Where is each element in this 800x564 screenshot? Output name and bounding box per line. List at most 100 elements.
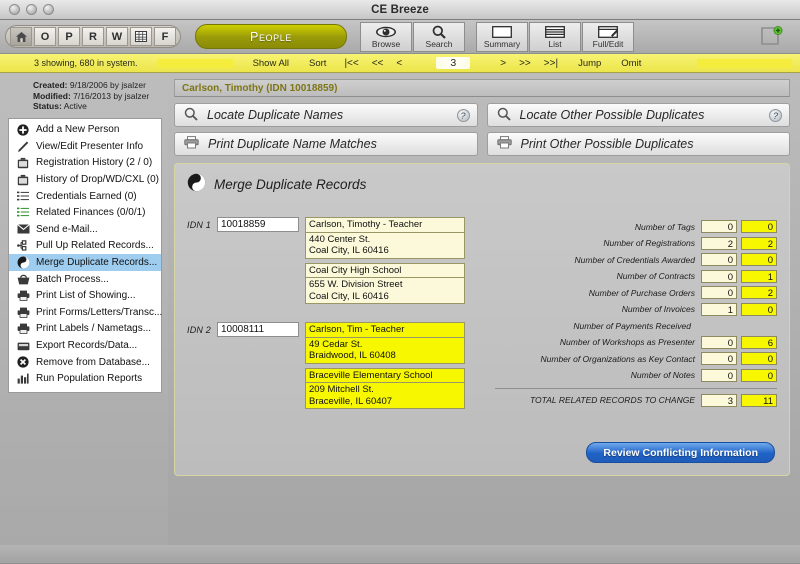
count-value-record1: 0 [701, 286, 737, 299]
sidebar-item-batch-process[interactable]: Batch Process... [9, 271, 161, 288]
magnifier-icon [497, 107, 511, 124]
module-button-f[interactable]: F [154, 27, 176, 46]
sidebar-item-print-labels-nametags[interactable]: Print Labels / Nametags... [9, 321, 161, 338]
modified-label: Modified: [33, 90, 71, 101]
merge-duplicate-records-panel: Merge Duplicate Records IDN 1 10018859 C… [174, 163, 790, 476]
count-label: Number of Workshops as Presenter [559, 337, 695, 347]
count-value-record2: 0 [741, 253, 777, 266]
idn1-input[interactable]: 10018859 [217, 217, 299, 232]
locate-duplicate-names-label: Locate Duplicate Names [207, 108, 344, 122]
main-toolbar: O P R W F People Browse Search Summary L… [0, 20, 800, 54]
sidebar-item-print-list-of-showing[interactable]: Print List of Showing... [9, 287, 161, 304]
sidebar-item-merge-duplicate-records[interactable]: Merge Duplicate Records... [9, 254, 161, 271]
record-1-organization-address: 655 W. Division Street Coal City, IL 604… [305, 277, 465, 304]
record-2-details: Carlson, Tim - Teacher 49 Cedar St. Brai… [305, 322, 465, 409]
sidebar-item-add-new-person[interactable]: Add a New Person [9, 122, 161, 139]
module-button-w[interactable]: W [106, 27, 128, 46]
module-button-o[interactable]: O [34, 27, 56, 46]
sidebar-item-remove-from-database[interactable]: Remove from Database... [9, 354, 161, 371]
magnifier-icon [432, 25, 446, 39]
sidebar-item-credentials-earned[interactable]: Credentials Earned (0) [9, 188, 161, 205]
count-row-contracts: Number of Contracts 0 1 [495, 269, 777, 284]
sidebar-item-run-population-reports[interactable]: Run Population Reports [9, 370, 161, 387]
summary-layout-button[interactable]: Summary [476, 21, 528, 52]
locate-other-possible-duplicates-label: Locate Other Possible Duplicates [519, 108, 705, 122]
module-button-grid[interactable] [130, 27, 152, 46]
module-button-p[interactable]: P [58, 27, 80, 46]
duplicate-record-2: IDN 2 10008111 Carlson, Tim - Teacher 49… [187, 322, 487, 409]
duplicate-actions-right: Locate Other Possible Duplicates ? Print… [486, 103, 790, 156]
locate-other-possible-duplicates-button[interactable]: Locate Other Possible Duplicates ? [486, 103, 790, 127]
sidebar-item-related-finances[interactable]: Related Finances (0/0/1) [9, 204, 161, 221]
next-record-button[interactable]: > [500, 58, 506, 69]
print-duplicate-name-matches-button[interactable]: Print Duplicate Name Matches [174, 132, 478, 156]
yin-yang-icon [15, 256, 31, 269]
next-page-button[interactable]: >> [519, 58, 531, 69]
tab-people[interactable]: People [195, 24, 347, 49]
sidebar-item-label: Remove from Database... [36, 356, 150, 368]
review-conflicting-information-button[interactable]: Review Conflicting Information [586, 442, 775, 463]
sidebar-item-export-records-data[interactable]: Export Records/Data... [9, 337, 161, 354]
envelope-icon [15, 223, 31, 236]
record-navigation-bar: 3 showing, 680 in system. Show All Sort … [0, 54, 800, 73]
count-value-record2: 2 [741, 236, 777, 250]
last-record-button[interactable]: >>| [544, 58, 558, 69]
help-icon[interactable]: ? [456, 109, 470, 122]
list-layout-button[interactable]: List [529, 21, 581, 52]
duplicate-record-1: IDN 1 10018859 Carlson, Timothy - Teache… [187, 217, 487, 304]
new-record-button[interactable] [758, 24, 784, 48]
sidebar-item-registration-history[interactable]: Registration History (2 / 0) [9, 155, 161, 172]
idn2-input[interactable]: 10008111 [217, 322, 299, 337]
jump-button[interactable]: Jump [578, 58, 601, 69]
show-all-button[interactable]: Show All [253, 58, 289, 69]
help-icon[interactable]: ? [769, 109, 782, 122]
nav-arrows-forward: > >> >>| [500, 58, 558, 69]
sidebar-item-pull-up-related-records[interactable]: Pull Up Related Records... [9, 238, 161, 255]
omit-button[interactable]: Omit [621, 58, 641, 69]
current-record-number[interactable]: 3 [436, 57, 471, 69]
search-button[interactable]: Search [413, 21, 465, 52]
printer-icon [15, 322, 31, 335]
fulledit-icon [598, 25, 618, 39]
count-row-credentials-awarded: Number of Credentials Awarded 0 0 [495, 252, 777, 267]
archive-box-icon [15, 173, 31, 186]
sort-button[interactable]: Sort [309, 58, 326, 69]
status-label: Status: [33, 101, 62, 111]
print-other-possible-duplicates-button[interactable]: Print Other Possible Duplicates [486, 132, 790, 156]
duplicate-action-buttons: Locate Duplicate Names ? Print Duplicate… [174, 103, 790, 156]
first-record-button[interactable]: |<< [344, 58, 358, 69]
sidebar-item-history-of-drop-wd-cxl[interactable]: History of Drop/WD/CXL (0) [9, 171, 161, 188]
x-circle-icon [15, 356, 31, 369]
sidebar-item-label: Pull Up Related Records... [36, 240, 154, 252]
module-button-r[interactable]: R [82, 27, 104, 46]
print-duplicate-name-matches-label: Print Duplicate Name Matches [208, 137, 377, 151]
module-button-home[interactable] [10, 27, 32, 46]
view-mode-group: Browse Search [360, 21, 465, 52]
browse-button[interactable]: Browse [360, 21, 412, 52]
home-icon [15, 31, 28, 43]
sidebar-item-view-edit-presenter-info[interactable]: View/Edit Presenter Info [9, 138, 161, 155]
sidebar-item-print-forms-letters-transcripts[interactable]: Print Forms/Letters/Transc... [9, 304, 162, 321]
count-row-notes: Number of Notes 0 0 [495, 368, 777, 383]
sidebar-item-label: Send e-Mail... [36, 223, 98, 235]
count-row-registrations: Number of Registrations 2 2 [495, 236, 777, 251]
list-layout-label: List [548, 38, 562, 49]
sidebar-item-send-email[interactable]: Send e-Mail... [9, 221, 161, 238]
count-value-record2: 1 [741, 269, 777, 283]
magnifier-icon [184, 107, 198, 124]
record-2-organization: Braceville Elementary School [305, 367, 465, 383]
related-records-counts: Number of Tags 0 0 Number of Registratio… [487, 217, 777, 418]
fulledit-layout-button[interactable]: Full/Edit [582, 21, 634, 52]
count-row-organizations-as-key-contact: Number of Organizations as Key Contact 0… [495, 351, 777, 366]
locate-duplicate-names-button[interactable]: Locate Duplicate Names ? [174, 103, 478, 127]
fulledit-layout-label: Full/Edit [592, 38, 624, 49]
count-row-purchase-orders: Number of Purchase Orders 0 2 [495, 285, 777, 300]
window-titlebar: CE Breeze [0, 0, 800, 20]
prev-record-button[interactable]: < [396, 58, 402, 69]
record-2-organization-address: 209 Mitchell St. Braceville, IL 60407 [305, 382, 465, 409]
count-value-record2: 6 [741, 335, 777, 349]
basket-icon [15, 273, 31, 286]
record-1-details: Carlson, Timothy - Teacher 440 Center St… [305, 217, 465, 304]
prev-page-button[interactable]: << [372, 58, 384, 69]
count-value-record2: 0 [741, 220, 777, 233]
